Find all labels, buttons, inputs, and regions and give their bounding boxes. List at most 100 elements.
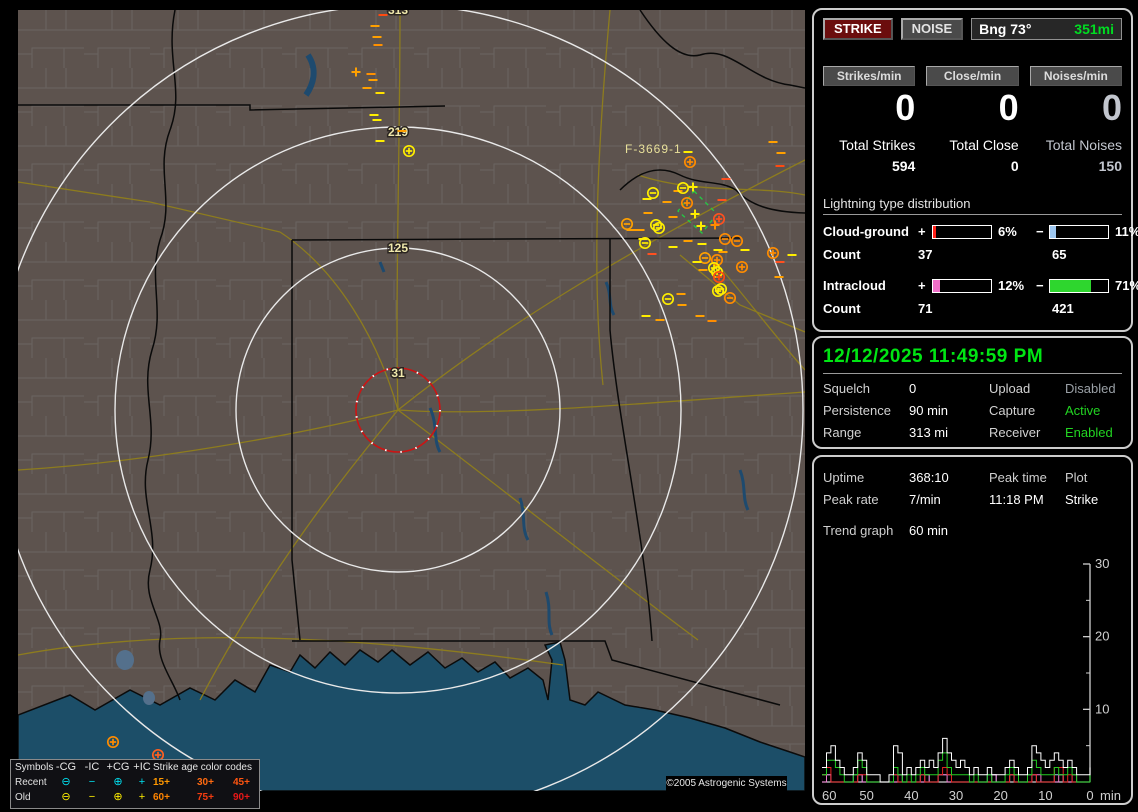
- peak-time-label: Peak time: [989, 470, 1047, 485]
- datetime: 12/12/2025 11:49:59 PM: [823, 346, 1122, 374]
- cloud-ground-count-row: Count 37 65: [823, 247, 1122, 262]
- cg-neg-pct: 11%: [1115, 224, 1138, 239]
- squelch-row: Squelch 0 Upload Disabled: [823, 381, 1122, 396]
- ring-label-313: 313: [388, 10, 408, 17]
- peak-time-value: 11:18 PM: [989, 492, 1044, 507]
- total-strikes-label: Total Strikes: [839, 137, 916, 153]
- cg-neg-bar: [1049, 224, 1109, 239]
- upload-label: Upload: [989, 381, 1031, 396]
- ic-neg-pct: 71%: [1115, 278, 1138, 293]
- range-row: Range 313 mi Receiver Enabled: [823, 425, 1122, 440]
- trend-panel: Uptime 368:10 Peak time Plot Peak rate 7…: [812, 455, 1133, 805]
- lightning-map[interactable]: F-3669-1 313 219 125 31: [18, 10, 805, 791]
- app-window: { "header": { "strike_button": "STRIKE",…: [0, 0, 1138, 812]
- intracloud-count-row: Count 71 421: [823, 301, 1122, 316]
- count-label: Count: [823, 301, 861, 316]
- y-tick-10: 10: [1095, 701, 1109, 716]
- legend-col-+cg: +CG: [106, 761, 130, 773]
- circled-minus-icon: ⊖: [61, 776, 71, 788]
- storm-cell-label: F-3669-1: [625, 142, 682, 156]
- close-rate: 0: [998, 87, 1019, 128]
- cg-neg-count: 65: [1052, 247, 1067, 262]
- plus-sign: +: [918, 224, 926, 239]
- cg-pos-bar: [932, 224, 992, 239]
- ring-label-125: 125: [388, 241, 408, 255]
- peak-rate-label: Peak rate: [823, 492, 879, 507]
- plot-label: Plot: [1065, 470, 1088, 485]
- capture-label: Capture: [989, 403, 1036, 418]
- x-tick-0: 0: [1086, 788, 1093, 803]
- legend-age-label: Recent: [15, 777, 47, 788]
- strikes-column: Strikes/min 0 Total Strikes 594: [823, 66, 916, 174]
- total-noises-label: Total Noises: [1045, 137, 1122, 153]
- persistence-label: Persistence: [823, 403, 891, 418]
- legend-row-recent: Recent ⊖ − ⊕ +15+ 30+ 45+: [11, 775, 259, 790]
- circled-plus-icon: ⊕: [113, 776, 123, 788]
- lake: [143, 691, 155, 705]
- legend-col--cg: -CG: [55, 761, 77, 773]
- squelch-label: Squelch: [823, 381, 870, 396]
- legend-col-+ic: +IC: [133, 761, 151, 773]
- capture-value: Active: [1065, 403, 1101, 418]
- ic-pos-pct: 12%: [998, 278, 1025, 293]
- circled-plus-icon: ⊕: [113, 791, 123, 803]
- map-canvas: F-3669-1 31321912531: [18, 10, 805, 791]
- cloud-ground-row: Cloud-ground + 6% − 11%: [823, 224, 1138, 239]
- legend-row-old: Old ⊖ − ⊕ +60+ 75+ 90+: [11, 790, 259, 805]
- x-tick-50: 50: [859, 788, 873, 803]
- plus-icon: +: [138, 776, 146, 788]
- x-tick-30: 30: [949, 788, 963, 803]
- lake: [116, 650, 134, 670]
- intracloud-label: Intracloud: [823, 278, 886, 293]
- strike-button[interactable]: STRIKE: [823, 18, 893, 40]
- cg-pos-pct: 6%: [998, 224, 1017, 239]
- x-tick-60: 60: [822, 788, 836, 803]
- total-strikes-value: 594: [891, 158, 916, 174]
- legend-col--ic: -IC: [84, 761, 100, 773]
- intracloud-row: Intracloud + 12% − 71%: [823, 278, 1138, 293]
- ic-pos-bar: [932, 278, 992, 293]
- age-code-75+: 75+: [197, 792, 214, 803]
- strikes-per-min-button[interactable]: Strikes/min: [823, 66, 916, 86]
- count-label: Count: [823, 247, 861, 262]
- bearing-label: Bng 73°: [979, 21, 1032, 37]
- x-axis-unit: min: [1100, 788, 1121, 803]
- noises-per-min-button[interactable]: Noises/min: [1029, 66, 1122, 86]
- plus-icon: +: [138, 791, 146, 803]
- age-code-45+: 45+: [233, 777, 250, 788]
- status-panel: 12/12/2025 11:49:59 PM Squelch 0 Upload …: [812, 336, 1133, 449]
- ic-neg-count: 421: [1052, 301, 1074, 316]
- ic-pos-count: 71: [918, 301, 933, 316]
- uptime-row: Uptime 368:10 Peak time Plot: [823, 470, 1122, 485]
- bearing-box: Bng 73° 351mi: [971, 18, 1122, 40]
- minus-icon: −: [88, 776, 96, 788]
- minus-icon: −: [88, 791, 96, 803]
- close-per-min-button[interactable]: Close/min: [926, 66, 1019, 86]
- persistence-value: 90 min: [909, 403, 949, 418]
- range-value: 313 mi: [909, 425, 949, 440]
- age-code-30+: 30+: [197, 777, 214, 788]
- bearing-range: 351mi: [1074, 21, 1114, 37]
- noises-column: Noises/min 0 Total Noises 150: [1029, 66, 1122, 174]
- legend-age-label: Old: [15, 792, 31, 803]
- squelch-value: 0: [909, 381, 917, 396]
- legend-header: Symbols -CG -IC +CG +IC Strike age color…: [11, 760, 259, 775]
- ring-label-31: 31: [391, 366, 405, 380]
- persistence-row: Persistence 90 min Capture Active: [823, 403, 1122, 418]
- distribution-title: Lightning type distribution: [823, 196, 1122, 215]
- plus-sign: +: [918, 278, 926, 293]
- peak-rate-row: Peak rate 7/min 11:18 PM Strike: [823, 492, 1122, 507]
- uptime-label: Uptime: [823, 470, 865, 485]
- strikes-rate: 0: [895, 87, 916, 128]
- close-column: Close/min 0 Total Close 0: [926, 66, 1019, 174]
- upload-value: Disabled: [1065, 381, 1116, 396]
- noise-button[interactable]: NOISE: [900, 18, 964, 40]
- total-close-label: Total Close: [949, 137, 1019, 153]
- cloud-ground-label: Cloud-ground: [823, 224, 909, 239]
- total-close-value: 0: [1010, 158, 1019, 174]
- range-label: Range: [823, 425, 862, 440]
- legend-age-title: Strike age color codes: [153, 762, 252, 773]
- counters-panel: STRIKE NOISE Bng 73° 351mi Strikes/min 0…: [812, 8, 1138, 332]
- y-tick-30: 30: [1095, 556, 1109, 571]
- noises-rate: 0: [1101, 87, 1122, 128]
